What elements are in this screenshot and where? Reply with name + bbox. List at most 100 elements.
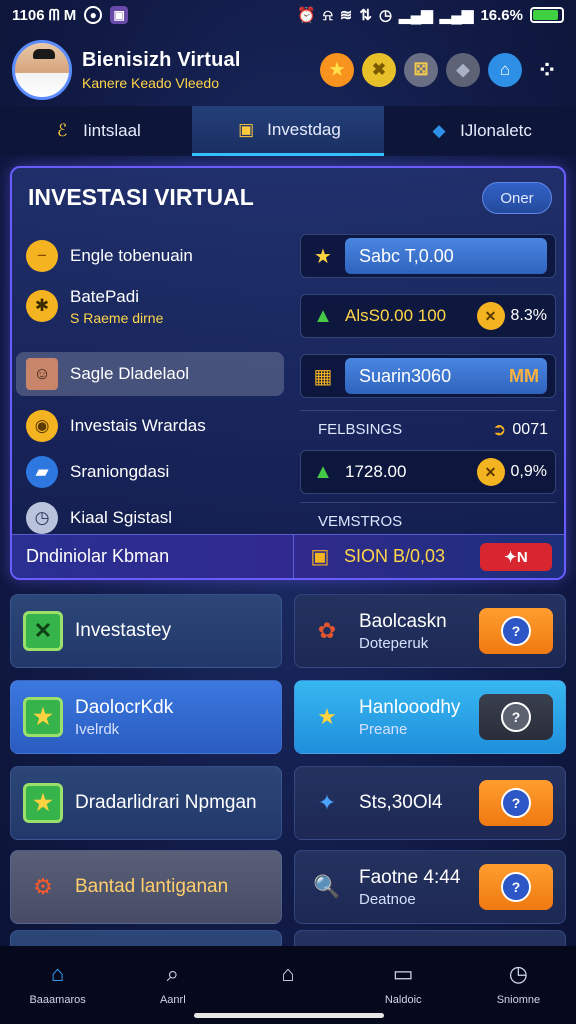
row-value: Suarin3060 — [359, 365, 452, 386]
badge-icon: ✕ — [476, 302, 505, 330]
card-icon: 🔍 — [313, 874, 341, 899]
tab-icon: ℰ — [57, 121, 68, 140]
tab-label: IJlonaletc — [460, 121, 532, 140]
menu-card[interactable]: ★ Hanlooodhy Preane? — [294, 680, 566, 754]
cube-icon[interactable]: ◆ — [446, 53, 480, 87]
nav-icon: ⌕ — [166, 961, 179, 986]
card-text: Baolcaskn Doteperuk — [359, 611, 447, 652]
chat-icon: ? — [501, 702, 531, 732]
row-badge: 8.3% — [510, 307, 547, 324]
card-text: Dradarlidrari Npmgan — [75, 792, 257, 814]
card-title: Faotne 4:44 — [359, 866, 461, 888]
menu-card[interactable]: 🔍 Faotne 4:44 Deatnoe? — [294, 850, 566, 924]
footer-value-group: ▣ SION B/0,03 — [294, 543, 480, 571]
nav-item-1[interactable]: ⌂ Baaamaros — [0, 946, 115, 1024]
open-button[interactable]: Oner — [482, 182, 552, 214]
item-icon: ◉ — [26, 410, 58, 442]
menu-card[interactable]: ★ DaolocrKdk Ivelrdk — [10, 680, 282, 754]
investment-item[interactable]: ◉ Investais Wrardas — [16, 404, 284, 448]
row-badge-group: ✕ 8.3% — [476, 302, 547, 330]
card-title: Bantad lantiganan — [75, 876, 229, 897]
value-row[interactable]: ★ Sabc T,0.00 — [300, 234, 556, 278]
card-icon: ★ — [23, 783, 63, 823]
row-icon: ▦ — [313, 365, 333, 388]
star-icon[interactable]: ★ — [320, 53, 354, 87]
menu-card[interactable]: ★ Dradarlidrari Npmgan — [10, 766, 282, 840]
gallery-icon: ▣ — [110, 6, 129, 24]
nav-item-5[interactable]: ◷ Sniomne — [461, 946, 576, 1024]
menu-card[interactable]: ✕ Investastey — [10, 594, 282, 668]
investment-item[interactable]: ✱ BatePadi S Raeme dirne — [16, 278, 284, 334]
item-text: Sraniongdasi — [70, 462, 169, 482]
investment-item[interactable]: ☺ Sagle Dladelaol — [16, 352, 284, 396]
investment-item[interactable]: ▰ Sraniongdasi — [16, 450, 284, 494]
card-action-button[interactable]: ? — [479, 694, 553, 740]
item-text: Kiaal Sgistasl — [70, 508, 172, 528]
battery-percent: 16.6% — [480, 6, 523, 24]
battery-icon — [530, 7, 564, 23]
profile-subtitle: Kanere Keado Vleedo — [82, 75, 219, 91]
card-title: Hanlooodhy — [359, 696, 461, 718]
tab-label: Iintslaal — [83, 121, 141, 140]
value-pill[interactable]: Sabc T,0.00 — [345, 238, 547, 274]
menu-card[interactable]: ✿ Baolcaskn Doteperuk? — [294, 594, 566, 668]
item-label: Sraniongdasi — [70, 462, 170, 481]
card-text: DaolocrKdk Ivelrdk — [75, 697, 173, 738]
vibrate-icon: ⍾ — [322, 6, 333, 24]
signal-icon-2: ▂▄▆ — [439, 7, 474, 24]
row-badge-group: ✕ 0,9% — [476, 458, 547, 486]
row-value: AlsS0.00 100 — [345, 306, 447, 325]
card-text: Bantad lantiganan — [75, 876, 228, 898]
badge-icon: ✕ — [476, 458, 505, 486]
item-sublabel: S Raeme dirne — [70, 309, 164, 326]
footer-badge[interactable]: ✦N — [480, 542, 552, 571]
item-text: Sagle Dladelaol — [70, 364, 189, 384]
bank-icon[interactable]: ⌂ — [488, 53, 522, 87]
item-icon: ◷ — [26, 502, 58, 534]
profile-header: Bienisizh Virtual Kanere Keado Vleedo ★ ✖… — [0, 36, 576, 104]
card-icon: ✕ — [23, 611, 63, 651]
row-value: Sabc T,0.00 — [359, 245, 454, 266]
investment-item[interactable]: − Engle tobenuain — [16, 234, 284, 278]
card-title: Investastey — [75, 620, 172, 641]
item-icon: − — [26, 240, 58, 272]
value-row[interactable]: ▲ 1728.00 ✕ 0,9% — [300, 450, 556, 494]
signal-icon: ▂▄▆ — [399, 7, 433, 24]
coin-bag-icon: ▣ — [310, 546, 330, 568]
card-action-button[interactable]: ? — [479, 780, 553, 826]
card-text: Investastey — [75, 620, 171, 642]
menu-card[interactable]: ✦ Sts,30Ol4? — [294, 766, 566, 840]
avatar[interactable] — [12, 40, 72, 100]
card-icon: ★ — [23, 697, 63, 737]
value-pill[interactable]: Suarin3060 MM — [345, 358, 547, 394]
status-time: 1106 ᗰ M — [12, 6, 77, 24]
panel-footer[interactable]: Dndiniolar Kbman ▣ SION B/0,03 ✦N — [12, 534, 564, 578]
status-bar: 1106 ᗰ M ● ▣ ⏰ ⍾ ≋ ⇅ ◷ ▂▄▆ ▂▄▆ 16.6% — [0, 0, 576, 30]
value-row[interactable]: ▲ AlsS0.00 100 ✕ 8.3% — [300, 294, 556, 338]
dice-icon[interactable]: ⚄ — [404, 53, 438, 87]
tab-1[interactable]: ℰ Iintslaal — [0, 106, 192, 156]
card-text: Faotne 4:44 Deatnoe — [359, 867, 460, 908]
more-dots-icon[interactable]: ⁘ — [530, 53, 564, 87]
card-icon: ⚙ — [33, 874, 53, 899]
profile-name: Bienisizh Virtual — [82, 49, 241, 71]
header-icon-row: ★ ✖ ⚄ ◆ ⌂ ⁘ — [320, 53, 564, 87]
nav-label: Aanrl — [159, 994, 186, 1006]
card-icon: ✿ — [317, 618, 337, 643]
chat-icon: ? — [501, 616, 531, 646]
row-value: FELBSINGS — [318, 421, 403, 438]
value-row[interactable]: ▦ Suarin3060 MM — [300, 354, 556, 398]
footer-value: SION B/0,03 — [344, 546, 446, 566]
item-icon: ▰ — [26, 456, 58, 488]
cross-swords-icon[interactable]: ✖ — [362, 53, 396, 87]
card-action-button[interactable]: ? — [479, 608, 553, 654]
row-badge: 0,9% — [510, 463, 547, 480]
value-row[interactable]: FELBSINGS ➲ 0071 — [300, 410, 556, 448]
tab-2[interactable]: ▣ Investdag — [192, 106, 384, 156]
menu-card[interactable]: ⚙ Bantad lantiganan — [10, 850, 282, 924]
tab-label: Investdag — [267, 119, 341, 139]
card-icon: ✦ — [317, 790, 337, 815]
tab-bar: ℰ Iintslaal ▣ Investdag ◆ IJlonaletc — [0, 106, 576, 156]
card-action-button[interactable]: ? — [479, 864, 553, 910]
tab-3[interactable]: ◆ IJlonaletc — [384, 106, 576, 156]
